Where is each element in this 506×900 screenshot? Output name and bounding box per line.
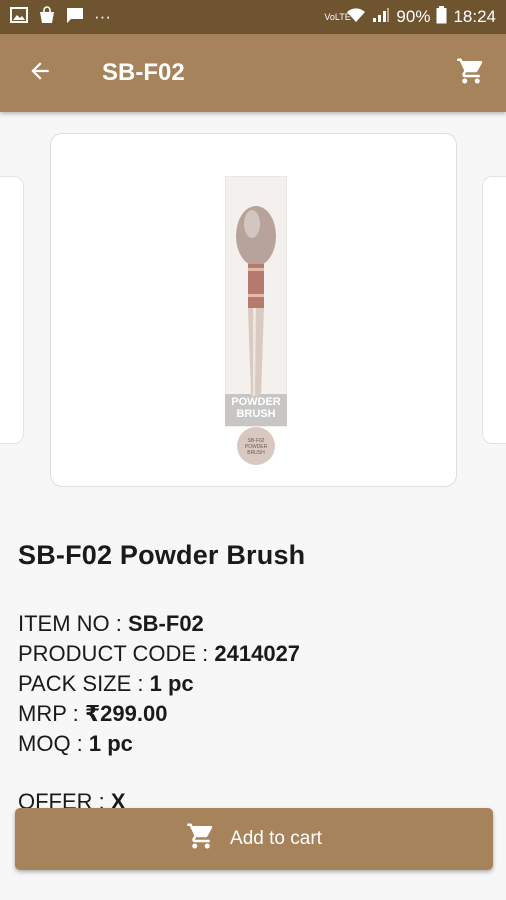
spec-label: MOQ : bbox=[18, 731, 89, 756]
image-carousel[interactable]: POWDER BRUSH SB-F02 POWDER BRUSH bbox=[0, 112, 506, 502]
spec-value: 1 pc bbox=[149, 671, 194, 696]
more-notifications-icon: ··· bbox=[94, 7, 111, 26]
back-button[interactable] bbox=[0, 34, 80, 112]
spec-label: ITEM NO : bbox=[18, 611, 128, 636]
add-shopping-cart-icon bbox=[186, 821, 216, 857]
status-bar: ··· VoLTE 90% 18:24 bbox=[0, 0, 506, 34]
cart-button[interactable] bbox=[436, 34, 506, 112]
next-image-card[interactable] bbox=[482, 176, 506, 444]
spec-product-code: PRODUCT CODE : 2414027 bbox=[18, 639, 488, 669]
spec-moq: MOQ : 1 pc bbox=[18, 729, 488, 759]
battery-percent: 90% bbox=[396, 7, 431, 26]
spec-value: 1 pc bbox=[88, 731, 133, 756]
app-bar: SB-F02 bbox=[0, 34, 506, 112]
spec-value: SB-F02 bbox=[128, 611, 204, 636]
product-image-card[interactable]: POWDER BRUSH SB-F02 POWDER BRUSH bbox=[50, 133, 457, 487]
wifi-icon bbox=[346, 7, 366, 28]
volte-icon: VoLTE bbox=[324, 11, 351, 22]
notification-icons: ··· bbox=[10, 5, 111, 29]
page-title: SB-F02 bbox=[102, 59, 185, 86]
spec-value: ₹299.00 bbox=[84, 701, 168, 726]
spec-label: PACK SIZE : bbox=[18, 671, 150, 696]
spec-value: 2414027 bbox=[214, 641, 301, 666]
spec-label: PRODUCT CODE : bbox=[18, 641, 215, 666]
spec-pack-size: PACK SIZE : 1 pc bbox=[18, 669, 488, 699]
shopping-cart-icon bbox=[456, 56, 486, 91]
signal-icon bbox=[372, 7, 390, 28]
previous-image-card[interactable] bbox=[0, 176, 24, 444]
product-details: SB-F02 Powder Brush ITEM NO : SB-F02 PRO… bbox=[18, 540, 488, 817]
gallery-notification-icon bbox=[10, 6, 28, 28]
package-label: POWDER BRUSH bbox=[231, 396, 281, 420]
product-image: POWDER BRUSH SB-F02 POWDER BRUSH bbox=[224, 175, 288, 471]
add-to-cart-button[interactable]: Add to cart bbox=[15, 808, 493, 870]
spec-label: MRP : bbox=[18, 701, 85, 726]
arrow-back-icon bbox=[27, 58, 53, 89]
message-notification-icon bbox=[66, 6, 84, 29]
spec-mrp: MRP : ₹299.00 bbox=[18, 699, 488, 729]
package-sticker-label: SB-F02 POWDER BRUSH bbox=[244, 438, 268, 456]
product-title: SB-F02 Powder Brush bbox=[18, 540, 306, 570]
system-status: VoLTE 90% 18:24 bbox=[324, 5, 496, 29]
shopping-bag-notification-icon bbox=[38, 5, 56, 29]
battery-icon bbox=[436, 5, 447, 29]
add-to-cart-label: Add to cart bbox=[230, 828, 322, 849]
spec-item-no: ITEM NO : SB-F02 bbox=[18, 609, 488, 639]
clock: 18:24 bbox=[453, 7, 496, 26]
